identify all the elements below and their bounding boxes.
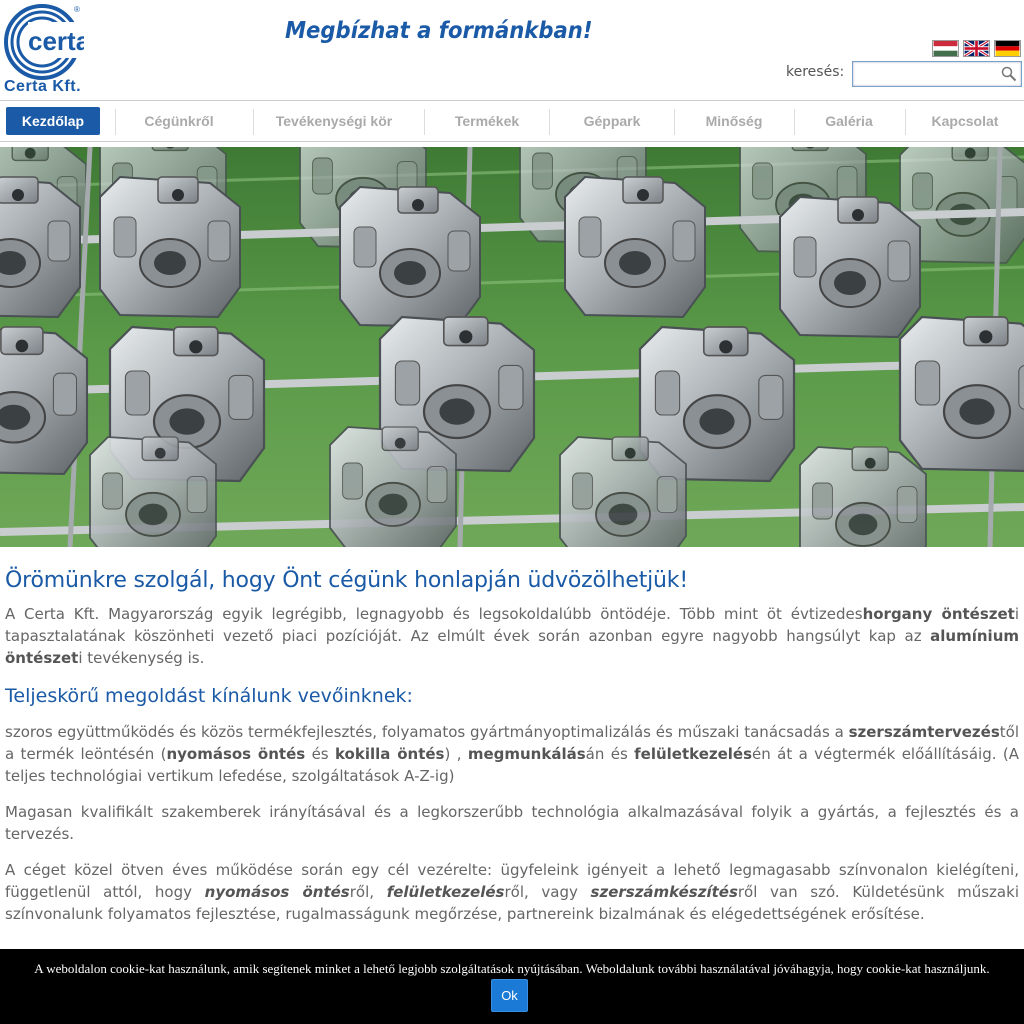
german-flag-icon[interactable] xyxy=(994,40,1021,57)
nav-item-cegunkrol[interactable]: Cégünkről xyxy=(116,107,242,135)
header: certa ® Certa Kft. Megbízhat a formánkba… xyxy=(0,0,1024,100)
cast-aluminium-parts-photo xyxy=(0,147,1024,547)
expertise-paragraph: Magasan kvalifikált szakemberek irányítá… xyxy=(5,803,1019,843)
search-label: keresés: xyxy=(786,64,845,80)
nav-item-tevekenysegi-kor[interactable]: Tevékenységi kör xyxy=(254,107,414,135)
nav-item-geppark[interactable]: Géppark xyxy=(550,107,674,135)
nav-item-termekek[interactable]: Termékek xyxy=(425,107,549,135)
nav-item-galeria[interactable]: Galéria xyxy=(795,107,903,135)
nav-item-minoseg[interactable]: Minőség xyxy=(675,107,793,135)
cookie-banner: A weboldalon cookie-kat használunk, amik… xyxy=(0,949,1024,1024)
page-title: Örömünkre szolgál, hogy Önt cégünk honla… xyxy=(5,568,688,593)
main-content: Örömünkre szolgál, hogy Önt cégünk honla… xyxy=(5,568,1019,939)
services-paragraph: szoros együttműködés és közös termékfejl… xyxy=(5,723,1019,785)
search-input[interactable] xyxy=(852,61,1022,87)
nav-item-kapcsolat[interactable]: Kapcsolat xyxy=(906,107,1024,135)
nav-item-kezdolap[interactable]: Kezdőlap xyxy=(6,107,100,135)
logo-lettering: certa xyxy=(28,26,84,56)
language-flags xyxy=(932,40,1021,57)
hungarian-flag-icon[interactable] xyxy=(932,40,959,57)
cookie-ok-button[interactable]: Ok xyxy=(491,979,528,1012)
svg-text:®: ® xyxy=(74,5,80,14)
slogan: Megbízhat a formánkban! xyxy=(285,18,593,44)
main-nav: Kezdőlap Cégünkről Tevékenységi kör Term… xyxy=(0,100,1024,142)
company-name: Certa Kft. xyxy=(4,78,82,95)
search-icon[interactable] xyxy=(1001,66,1017,82)
hero-image xyxy=(0,147,1024,547)
intro-paragraph: A Certa Kft. Magyarország egyik legrégib… xyxy=(5,605,1020,667)
cookie-text: A weboldalon cookie-kat használunk, amik… xyxy=(34,961,990,976)
uk-flag-icon[interactable] xyxy=(963,40,990,57)
mission-paragraph: A céget közel ötven éves működése során … xyxy=(5,861,1019,923)
section-subtitle: Teljeskörű megoldást kínálunk vevőinknek… xyxy=(5,685,413,707)
